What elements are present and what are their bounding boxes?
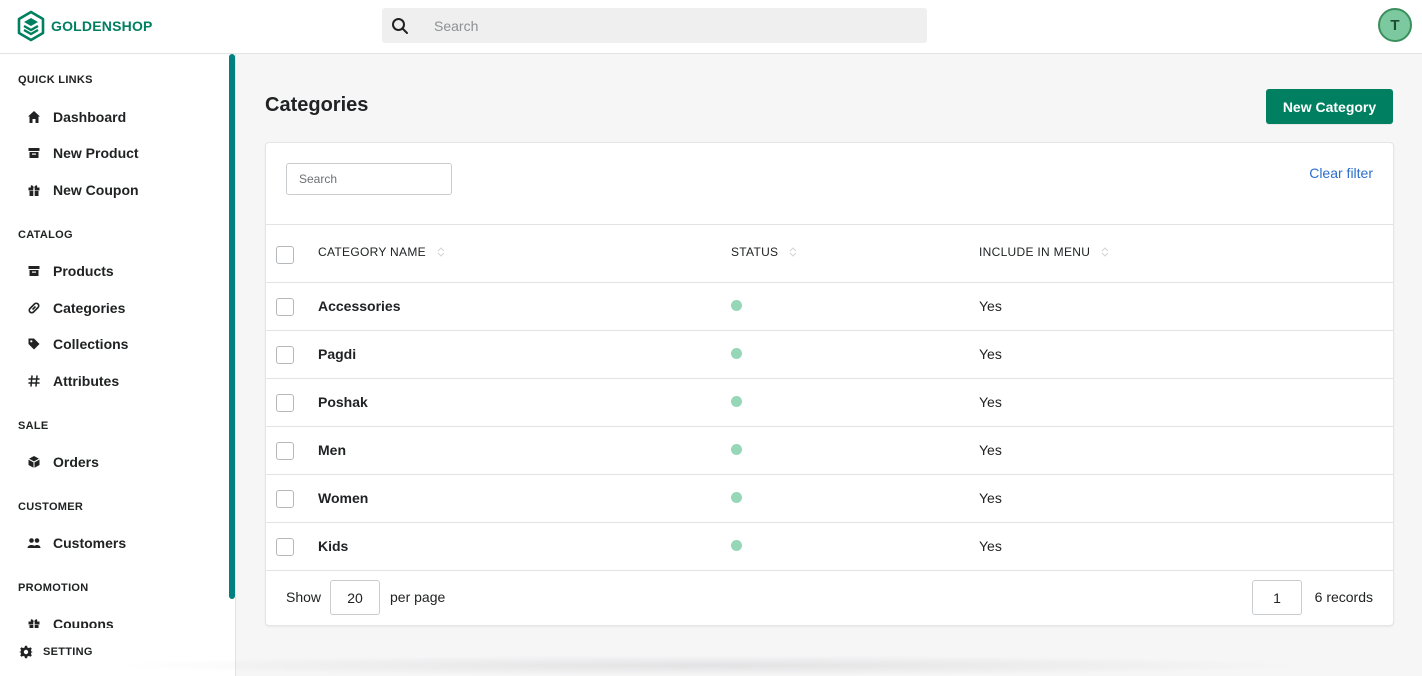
logo-text: GOLDENSHOP xyxy=(51,18,153,34)
sidebar-item-customers[interactable]: Customers xyxy=(27,531,126,555)
clear-filter-link[interactable]: Clear filter xyxy=(1309,165,1373,181)
page-title: Categories xyxy=(265,94,369,116)
sidebar-item-label: Attributes xyxy=(53,373,120,389)
category-name-cell[interactable]: Poshak xyxy=(318,394,368,410)
row-checkbox[interactable] xyxy=(276,346,294,364)
category-name-cell[interactable]: Men xyxy=(318,442,346,458)
divider xyxy=(266,282,1393,283)
include-in-menu-cell: Yes xyxy=(979,490,1002,506)
sidebar: QUICK LINKS Dashboard New Product New Co… xyxy=(0,54,236,676)
sidebar-item-collections[interactable]: Collections xyxy=(27,332,128,356)
row-divider xyxy=(266,522,1393,523)
status-indicator xyxy=(731,444,742,455)
avatar[interactable]: T xyxy=(1378,8,1412,42)
row-checkbox[interactable] xyxy=(276,394,294,412)
column-header-label: CATEGORY NAME xyxy=(318,245,426,259)
setting-label: SETTING xyxy=(43,646,93,658)
include-in-menu-cell: Yes xyxy=(979,538,1002,554)
tag-icon xyxy=(27,337,41,351)
sidebar-item-label: Categories xyxy=(53,300,126,316)
home-icon xyxy=(27,110,41,124)
page-number-input[interactable] xyxy=(1252,580,1302,615)
archive-icon xyxy=(27,146,41,160)
sort-icon xyxy=(790,247,797,257)
filter-search-input[interactable] xyxy=(286,163,452,195)
sidebar-item-products[interactable]: Products xyxy=(27,259,114,283)
sidebar-item-label: New Product xyxy=(53,145,139,161)
section-title-promotion: PROMOTION xyxy=(18,582,89,594)
sidebar-item-label: Orders xyxy=(53,454,99,470)
section-title-quick-links: QUICK LINKS xyxy=(18,74,93,86)
category-name-cell[interactable]: Pagdi xyxy=(318,346,356,362)
sort-icon xyxy=(437,247,445,257)
top-header: GOLDENSHOP T xyxy=(0,0,1422,54)
include-in-menu-cell: Yes xyxy=(979,346,1002,362)
search-icon xyxy=(392,17,408,34)
status-indicator xyxy=(731,492,742,503)
records-count: 6 records xyxy=(1314,589,1373,605)
section-title-sale: SALE xyxy=(18,420,49,432)
sidebar-item-new-product[interactable]: New Product xyxy=(27,141,139,165)
per-page-label: per page xyxy=(390,589,446,605)
sidebar-item-label: Customers xyxy=(53,535,127,551)
users-icon xyxy=(27,536,41,550)
section-title-customer: CUSTOMER xyxy=(18,501,84,513)
sidebar-item-label: Collections xyxy=(53,336,129,352)
sidebar-scrollbar[interactable] xyxy=(229,54,235,599)
sidebar-item-categories[interactable]: Categories xyxy=(27,296,125,320)
archive-icon xyxy=(27,264,41,278)
section-title-catalog: CATALOG xyxy=(18,229,73,241)
category-name-cell[interactable]: Women xyxy=(318,490,368,506)
include-in-menu-cell: Yes xyxy=(979,394,1002,410)
sidebar-item-orders[interactable]: Orders xyxy=(27,450,99,474)
column-header-label: INCLUDE IN MENU xyxy=(979,245,1091,259)
row-divider xyxy=(266,330,1393,331)
sidebar-item-attributes[interactable]: Attributes xyxy=(27,369,119,393)
row-checkbox[interactable] xyxy=(276,298,294,316)
bottom-shadow xyxy=(100,655,1320,676)
hash-icon xyxy=(27,374,41,388)
column-header-include-in-menu[interactable]: INCLUDE IN MENU xyxy=(979,245,1110,259)
category-name-cell[interactable]: Accessories xyxy=(318,298,401,314)
status-indicator xyxy=(731,300,742,311)
show-label: Show xyxy=(286,589,322,605)
include-in-menu-cell: Yes xyxy=(979,298,1002,314)
logo-icon xyxy=(17,10,45,42)
per-page-input[interactable] xyxy=(330,580,380,615)
sidebar-item-label: New Coupon xyxy=(53,182,139,198)
sidebar-item-label: Products xyxy=(53,263,114,279)
row-divider xyxy=(266,570,1393,571)
global-search-input[interactable] xyxy=(434,17,894,34)
divider xyxy=(266,224,1393,225)
row-divider xyxy=(266,426,1393,427)
select-all-checkbox[interactable] xyxy=(276,246,294,264)
sidebar-nav: QUICK LINKS Dashboard New Product New Co… xyxy=(0,54,228,632)
categories-table-card: Clear filter CATEGORY NAME STATUS INCLUD… xyxy=(265,142,1394,626)
link-icon xyxy=(27,301,41,315)
sort-icon xyxy=(1101,247,1109,257)
sidebar-item-dashboard[interactable]: Dashboard xyxy=(27,105,126,129)
logo[interactable]: GOLDENSHOP xyxy=(16,10,153,42)
sidebar-item-label: Dashboard xyxy=(53,109,127,125)
row-checkbox[interactable] xyxy=(276,442,294,460)
row-divider xyxy=(266,378,1393,379)
category-name-cell[interactable]: Kids xyxy=(318,538,348,554)
gear-icon xyxy=(19,645,33,659)
column-header-status[interactable]: STATUS xyxy=(731,245,798,259)
global-search[interactable] xyxy=(382,8,927,43)
include-in-menu-cell: Yes xyxy=(979,442,1002,458)
column-header-label: STATUS xyxy=(731,245,779,259)
row-checkbox[interactable] xyxy=(276,538,294,556)
row-divider xyxy=(266,474,1393,475)
status-indicator xyxy=(731,396,742,407)
row-checkbox[interactable] xyxy=(276,490,294,508)
sidebar-item-new-coupon[interactable]: New Coupon xyxy=(27,178,139,202)
gift-icon xyxy=(27,183,41,197)
status-indicator xyxy=(731,540,742,551)
column-header-category-name[interactable]: CATEGORY NAME xyxy=(318,245,446,259)
new-category-button[interactable]: New Category xyxy=(1266,89,1393,124)
cube-icon xyxy=(27,455,41,469)
status-indicator xyxy=(731,348,742,359)
